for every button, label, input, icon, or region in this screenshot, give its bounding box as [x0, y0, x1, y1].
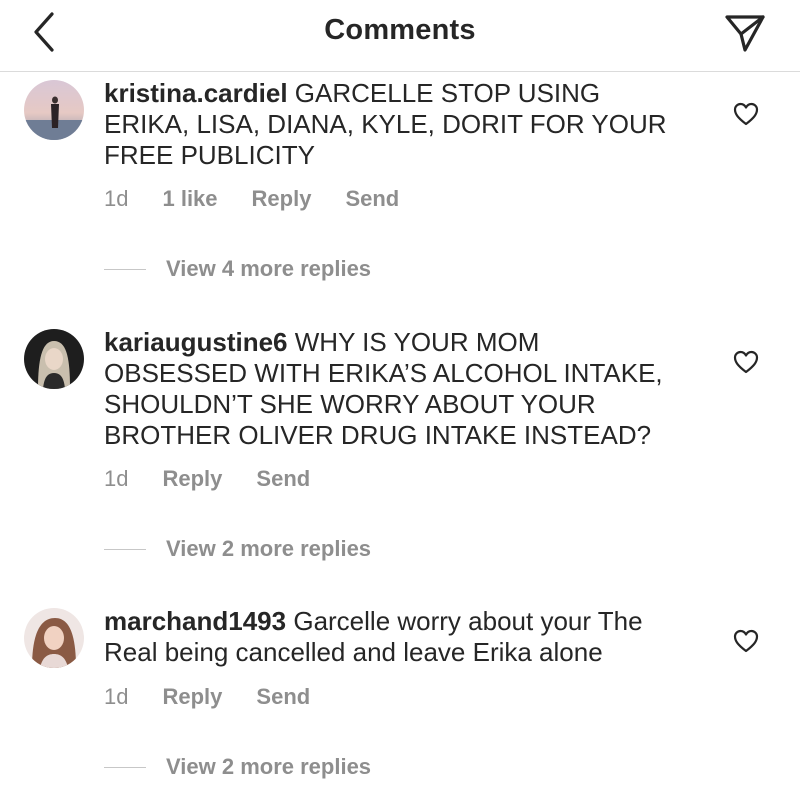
comment-meta: 1d 1 like Reply Send	[104, 186, 433, 212]
view-replies-button[interactable]: View 4 more replies	[104, 256, 371, 282]
comment-body-line: GARCELLE STOP USING	[294, 78, 601, 108]
send-button[interactable]: Send	[256, 684, 310, 710]
comment-body-line: ERIKA, LISA, DIANA, KYLE, DORIT FOR YOUR	[104, 109, 667, 139]
paper-plane-icon	[725, 15, 765, 52]
heart-icon	[733, 629, 759, 653]
comment-body-line: OBSESSED WITH ERIKA’S ALCOHOL INTAKE,	[104, 358, 663, 388]
comment-body-line: Real being cancelled and leave Erika alo…	[104, 637, 603, 667]
like-button[interactable]	[731, 626, 761, 656]
page-title: Comments	[324, 14, 476, 46]
replies-divider	[104, 268, 146, 270]
view-replies-label: View 4 more replies	[166, 256, 372, 281]
reply-button[interactable]: Reply	[252, 186, 312, 212]
send-button[interactable]: Send	[256, 466, 310, 492]
comment-text: marchand1493 Garcelle worry about your T…	[104, 606, 694, 668]
heart-icon	[733, 102, 759, 126]
comment-text: kariaugustine6 WHY IS YOUR MOM OBSESSED …	[104, 327, 694, 451]
send-button[interactable]: Send	[345, 186, 399, 212]
like-button[interactable]	[731, 99, 761, 129]
avatar[interactable]	[24, 329, 84, 389]
replies-divider	[104, 548, 146, 550]
comment-body-line: Garcelle worry about your The	[293, 606, 643, 636]
heart-icon	[733, 350, 759, 374]
comment-username[interactable]: kariaugustine6	[104, 327, 288, 357]
comment-body-line: FREE PUBLICITY	[104, 140, 315, 170]
comments-header: Comments	[0, 0, 800, 72]
replies-divider	[104, 766, 146, 768]
share-button[interactable]	[720, 8, 770, 58]
view-replies-label: View 2 more replies	[166, 536, 372, 561]
comment-body-line: BROTHER OLIVER DRUG INTAKE INSTEAD?	[104, 420, 652, 450]
reply-button[interactable]: Reply	[162, 684, 222, 710]
comment-body-line: SHOULDN’T SHE WORRY ABOUT YOUR	[104, 389, 596, 419]
comment-meta: 1d Reply Send	[104, 684, 344, 710]
comment-username[interactable]: kristina.cardiel	[104, 78, 288, 108]
comment-meta: 1d Reply Send	[104, 466, 344, 492]
view-replies-button[interactable]: View 2 more replies	[104, 536, 371, 562]
avatar-photo	[24, 608, 84, 668]
likes-count-link[interactable]: 1 like	[162, 186, 217, 212]
comment-body-line: WHY IS YOUR MOM	[294, 327, 540, 357]
comment-text: kristina.cardiel GARCELLE STOP USING ERI…	[104, 78, 694, 171]
view-replies-label: View 2 more replies	[166, 754, 372, 779]
like-button[interactable]	[731, 347, 761, 377]
avatar[interactable]	[24, 608, 84, 668]
view-replies-button[interactable]: View 2 more replies	[104, 754, 371, 780]
comment-time: 1d	[104, 684, 129, 709]
avatar-photo	[24, 80, 84, 140]
comment-username[interactable]: marchand1493	[104, 606, 286, 636]
comment-time: 1d	[104, 466, 129, 491]
reply-button[interactable]: Reply	[162, 466, 222, 492]
comment-time: 1d	[104, 186, 129, 211]
avatar-photo	[24, 329, 84, 389]
avatar[interactable]	[24, 80, 84, 140]
